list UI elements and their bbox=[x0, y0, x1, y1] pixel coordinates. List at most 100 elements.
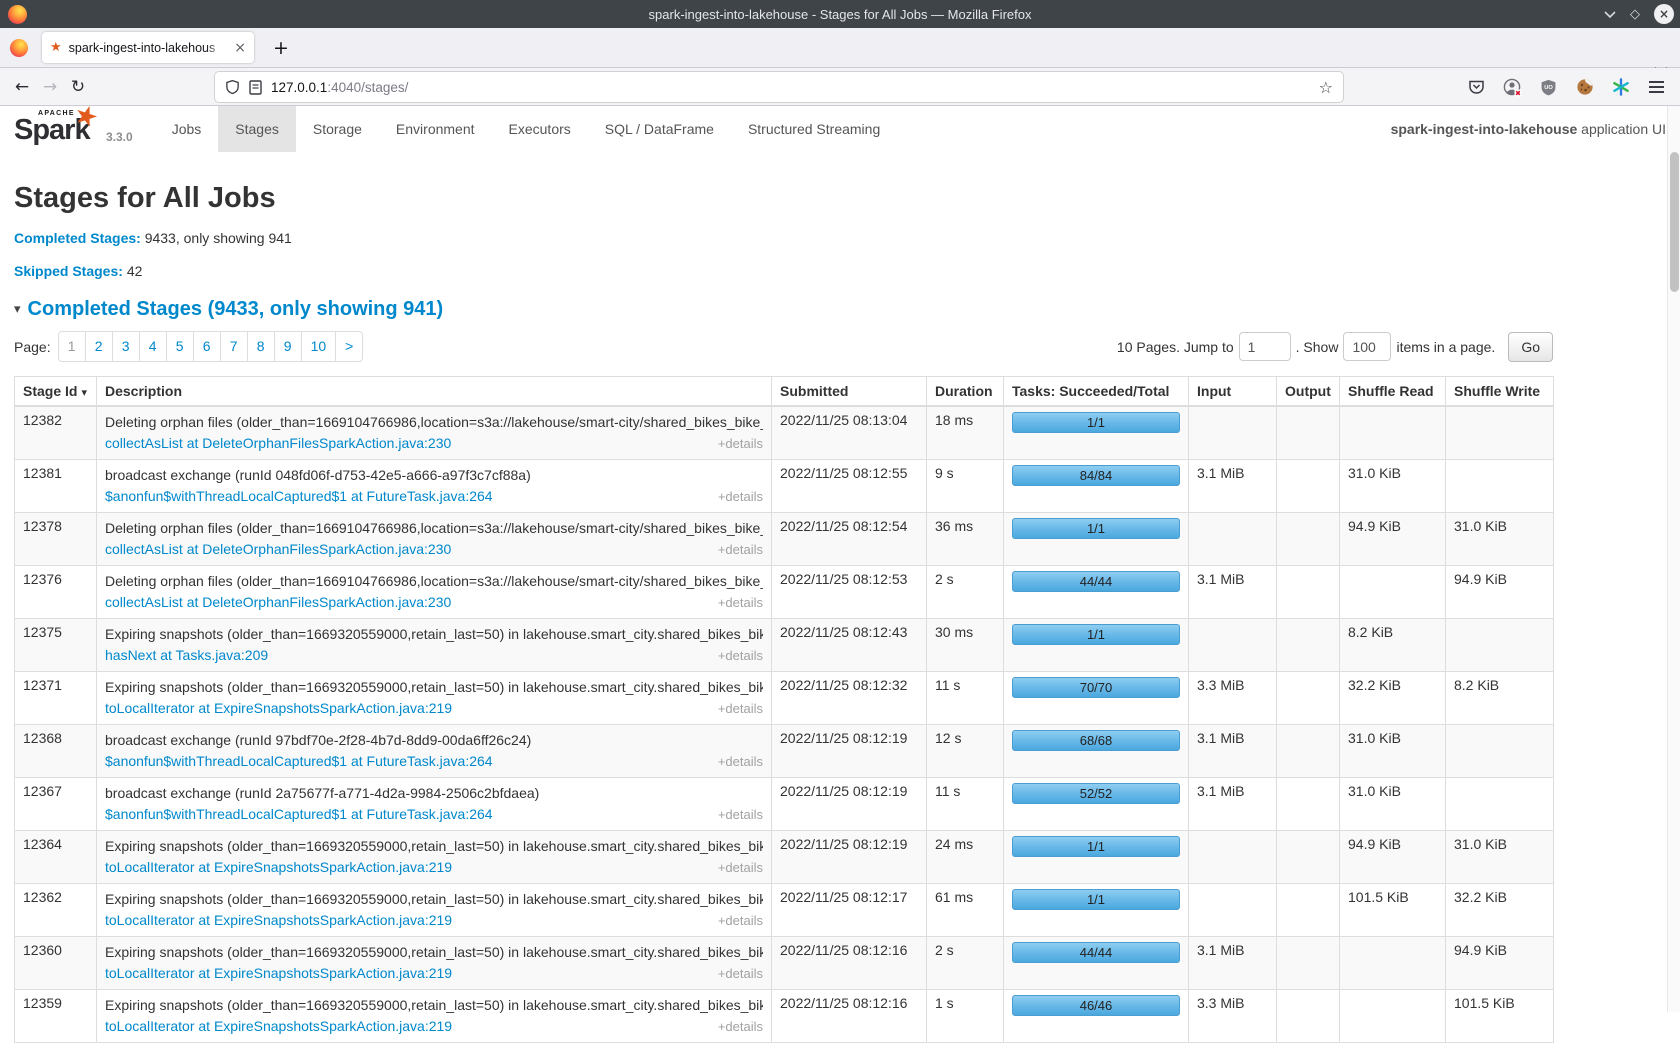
tab-title: spark-ingest-into-lakehous bbox=[69, 41, 231, 55]
page-button-1[interactable]: 1 bbox=[58, 331, 86, 362]
browser-tab[interactable]: ★ spark-ingest-into-lakehous × bbox=[42, 32, 254, 63]
back-icon[interactable]: ← bbox=[8, 73, 36, 101]
forward-icon[interactable]: → bbox=[36, 73, 64, 101]
url-bar[interactable]: 127.0.0.1:4040/stages/ ☆ bbox=[215, 72, 1343, 102]
nav-tab-jobs[interactable]: Jobs bbox=[155, 106, 219, 152]
scrollbar-thumb[interactable] bbox=[1670, 152, 1679, 292]
stage-callsite-link[interactable]: toLocalIterator at ExpireSnapshotsSparkA… bbox=[105, 964, 452, 983]
nav-tab-stages[interactable]: Stages bbox=[218, 106, 296, 152]
nav-tab-storage[interactable]: Storage bbox=[296, 106, 379, 152]
vertical-scrollbar[interactable] bbox=[1667, 106, 1680, 1012]
close-window-icon[interactable]: × bbox=[1654, 4, 1674, 24]
completed-stages-section-toggle[interactable]: ▾ Completed Stages (9433, only showing 9… bbox=[14, 298, 1553, 321]
bookmark-star-icon[interactable]: ☆ bbox=[1319, 78, 1333, 97]
maximize-icon[interactable]: ◇ bbox=[1630, 7, 1640, 22]
page-button-7[interactable]: 7 bbox=[220, 331, 248, 362]
details-toggle[interactable]: +details bbox=[718, 646, 763, 665]
nav-tab-structured-streaming[interactable]: Structured Streaming bbox=[731, 106, 897, 152]
col-header-description[interactable]: Description bbox=[97, 377, 772, 407]
page-button-8[interactable]: 8 bbox=[247, 331, 275, 362]
input-cell: 3.1 MiB bbox=[1189, 777, 1277, 830]
reload-icon[interactable]: ↻ bbox=[64, 73, 92, 101]
new-tab-button[interactable]: + bbox=[268, 35, 294, 61]
account-icon[interactable] bbox=[1499, 74, 1526, 101]
details-toggle[interactable]: +details bbox=[718, 434, 763, 453]
stage-id-cell: 12381 bbox=[15, 459, 97, 512]
shuffle-write-cell: 101.5 KiB bbox=[1446, 989, 1554, 1042]
details-toggle[interactable]: +details bbox=[718, 858, 763, 877]
output-cell bbox=[1277, 883, 1340, 936]
col-header-tasks[interactable]: Tasks: Succeeded/Total bbox=[1004, 377, 1189, 407]
details-toggle[interactable]: +details bbox=[718, 1017, 763, 1036]
firefox-icon[interactable] bbox=[10, 39, 28, 57]
details-toggle[interactable]: +details bbox=[718, 487, 763, 506]
skipped-stages-link[interactable]: Skipped Stages: bbox=[14, 263, 123, 279]
menu-hamburger-icon[interactable] bbox=[1643, 74, 1670, 101]
minimize-icon[interactable] bbox=[1604, 10, 1616, 18]
nav-tab-environment[interactable]: Environment bbox=[379, 106, 492, 152]
details-toggle[interactable]: +details bbox=[718, 593, 763, 612]
next-page-button[interactable]: > bbox=[335, 331, 363, 362]
stage-callsite-link[interactable]: $anonfun$withThreadLocalCaptured$1 at Fu… bbox=[105, 752, 493, 771]
page-button-4[interactable]: 4 bbox=[139, 331, 167, 362]
nav-tab-sql-dataframe[interactable]: SQL / DataFrame bbox=[588, 106, 731, 152]
page-button-6[interactable]: 6 bbox=[193, 331, 221, 362]
stage-callsite-link[interactable]: toLocalIterator at ExpireSnapshotsSparkA… bbox=[105, 699, 452, 718]
shuffle-read-cell: 31.0 KiB bbox=[1340, 777, 1446, 830]
page-button-3[interactable]: 3 bbox=[112, 331, 140, 362]
col-header-input[interactable]: Input bbox=[1189, 377, 1277, 407]
page-button-2[interactable]: 2 bbox=[85, 331, 113, 362]
col-header-submitted[interactable]: Submitted bbox=[772, 377, 927, 407]
details-toggle[interactable]: +details bbox=[718, 911, 763, 930]
description-cell: broadcast exchange (runId 048fd06f-d753-… bbox=[97, 459, 772, 512]
details-toggle[interactable]: +details bbox=[718, 699, 763, 718]
stage-callsite-link[interactable]: toLocalIterator at ExpireSnapshotsSparkA… bbox=[105, 1017, 452, 1036]
description-cell: broadcast exchange (runId 97bdf70e-2f28-… bbox=[97, 724, 772, 777]
page-title: Stages for All Jobs bbox=[14, 182, 1553, 215]
ublock-origin-icon[interactable]: UO bbox=[1535, 74, 1562, 101]
stage-callsite-link[interactable]: collectAsList at DeleteOrphanFilesSparkA… bbox=[105, 593, 451, 612]
cookie-extension-icon[interactable] bbox=[1571, 74, 1598, 101]
task-progress-bar: 84/84 bbox=[1012, 465, 1180, 486]
details-toggle[interactable]: +details bbox=[718, 540, 763, 559]
stage-callsite-link[interactable]: $anonfun$withThreadLocalCaptured$1 at Fu… bbox=[105, 487, 493, 506]
stage-callsite-link[interactable]: toLocalIterator at ExpireSnapshotsSparkA… bbox=[105, 858, 452, 877]
col-header-duration[interactable]: Duration bbox=[927, 377, 1004, 407]
completed-stages-value: 9433, only showing 941 bbox=[145, 230, 292, 246]
completed-stages-link[interactable]: Completed Stages: bbox=[14, 230, 141, 246]
stage-callsite-link[interactable]: hasNext at Tasks.java:209 bbox=[105, 646, 268, 665]
page-button-10[interactable]: 10 bbox=[301, 331, 337, 362]
shield-icon[interactable] bbox=[225, 79, 240, 95]
col-header-output[interactable]: Output bbox=[1277, 377, 1340, 407]
go-button[interactable]: Go bbox=[1508, 332, 1553, 362]
details-toggle[interactable]: +details bbox=[718, 805, 763, 824]
details-toggle[interactable]: +details bbox=[718, 752, 763, 771]
stage-callsite-link[interactable]: $anonfun$withThreadLocalCaptured$1 at Fu… bbox=[105, 805, 493, 824]
pagination-row: Page: 12345678910> 10 Pages. Jump to . S… bbox=[14, 331, 1553, 362]
col-header-stage-id[interactable]: Stage Id▾ bbox=[15, 377, 97, 407]
output-cell bbox=[1277, 618, 1340, 671]
spark-logo[interactable]: APACHE Spark ★ bbox=[14, 106, 90, 152]
jump-to-page-input[interactable] bbox=[1239, 332, 1291, 361]
shuffle-write-cell: 32.2 KiB bbox=[1446, 883, 1554, 936]
collapse-arrow-icon: ▾ bbox=[14, 302, 21, 317]
asterisk-extension-icon[interactable] bbox=[1607, 74, 1634, 101]
url-text[interactable]: 127.0.0.1:4040/stages/ bbox=[271, 80, 1319, 95]
page-info-icon[interactable] bbox=[249, 80, 262, 95]
stage-description: Expiring snapshots (older_than=166932055… bbox=[105, 836, 763, 856]
items-per-page-input[interactable] bbox=[1343, 332, 1391, 361]
col-header-shuffle-write[interactable]: Shuffle Write bbox=[1446, 377, 1554, 407]
pocket-icon[interactable] bbox=[1463, 74, 1490, 101]
nav-tab-executors[interactable]: Executors bbox=[492, 106, 588, 152]
close-tab-icon[interactable]: × bbox=[234, 40, 246, 56]
page-button-9[interactable]: 9 bbox=[274, 331, 302, 362]
stage-description: broadcast exchange (runId 048fd06f-d753-… bbox=[105, 465, 763, 485]
col-header-shuffle-read[interactable]: Shuffle Read bbox=[1340, 377, 1446, 407]
shuffle-read-cell: 94.9 KiB bbox=[1340, 830, 1446, 883]
stage-callsite-link[interactable]: toLocalIterator at ExpireSnapshotsSparkA… bbox=[105, 911, 452, 930]
page-button-5[interactable]: 5 bbox=[166, 331, 194, 362]
stage-id-cell: 12375 bbox=[15, 618, 97, 671]
details-toggle[interactable]: +details bbox=[718, 964, 763, 983]
stage-callsite-link[interactable]: collectAsList at DeleteOrphanFilesSparkA… bbox=[105, 434, 451, 453]
stage-callsite-link[interactable]: collectAsList at DeleteOrphanFilesSparkA… bbox=[105, 540, 451, 559]
